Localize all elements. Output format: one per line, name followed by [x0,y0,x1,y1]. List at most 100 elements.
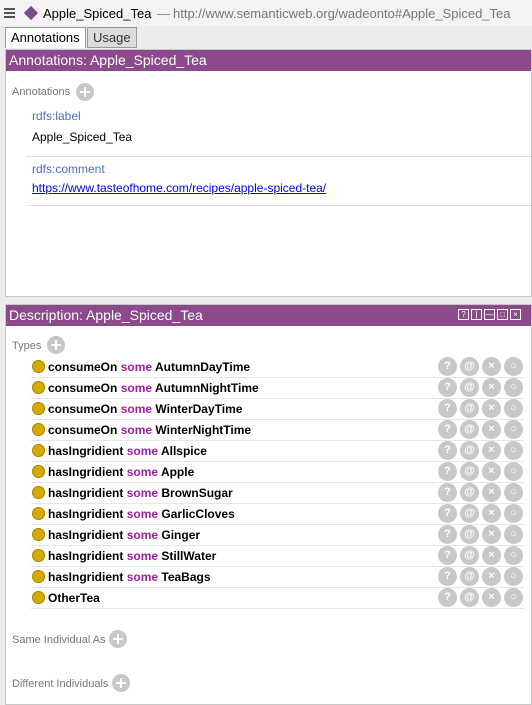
edit-button[interactable]: ○ [504,588,523,607]
delete-button[interactable]: × [482,357,501,376]
add-annotation-button[interactable] [76,83,94,101]
type-row[interactable]: consumeOn some WinterNightTime? @ × ○ [31,420,524,441]
type-filler: AutumnDayTime [154,360,251,374]
explain-button[interactable]: ? [438,462,457,481]
type-property: hasIngridient [48,486,124,500]
type-keyword: some [120,423,153,437]
annotate-button[interactable]: @ [460,420,479,439]
edit-button[interactable]: ○ [504,441,523,460]
annotate-button[interactable]: @ [460,399,479,418]
type-expression: hasIngridient some Allspice [48,444,207,458]
edit-button[interactable]: ○ [504,504,523,523]
annotate-button[interactable]: @ [460,567,479,586]
type-expression: hasIngridient some Apple [48,465,194,479]
type-row[interactable]: consumeOn some WinterDayTime? @ × ○ [31,399,524,420]
add-type-button[interactable] [47,336,65,354]
explain-button[interactable]: ? [438,441,457,460]
annotation-property-label[interactable]: rdfs:label [32,109,81,123]
row-actions: ? @ × ○ [438,546,524,566]
edit-button[interactable]: ○ [504,462,523,481]
explain-button[interactable]: ? [438,504,457,523]
delete-button[interactable]: × [482,504,501,523]
annotation-value-label[interactable]: Apple_Spiced_Tea [32,130,132,144]
annotate-button[interactable]: @ [460,525,479,544]
type-property: consumeOn [48,360,118,374]
close-icon[interactable]: × [510,309,521,320]
annotate-button[interactable]: @ [460,504,479,523]
delete-button[interactable]: × [482,462,501,481]
type-row[interactable]: hasIngridient some Ginger? @ × ○ [31,525,524,546]
explain-button[interactable]: ? [438,483,457,502]
title-separator: — [157,6,170,21]
type-row[interactable]: consumeOn some AutumnDayTime? @ × ○ [31,357,524,378]
type-row[interactable]: hasIngridient some StillWater? @ × ○ [31,546,524,567]
annotate-button[interactable]: @ [460,588,479,607]
delete-button[interactable]: × [482,399,501,418]
edit-button[interactable]: ○ [504,420,523,439]
annotation-property-comment[interactable]: rdfs:comment [32,162,105,176]
annotate-button[interactable]: @ [460,546,479,565]
type-row[interactable]: hasIngridient some Allspice? @ × ○ [31,441,524,462]
explain-button[interactable]: ? [438,399,457,418]
annotations-panel-header: Annotations: Apple_Spiced_Tea [6,50,531,71]
class-expression-icon [32,360,45,373]
delete-button[interactable]: × [482,588,501,607]
delete-button[interactable]: × [482,546,501,565]
tab-usage[interactable]: Usage [87,27,137,48]
maximize-icon[interactable]: □ [497,309,508,320]
annotate-button[interactable]: @ [460,462,479,481]
class-expression-icon [32,591,45,604]
annotate-button[interactable]: @ [460,357,479,376]
type-keyword: some [126,549,159,563]
type-property: hasIngridient [48,528,124,542]
explain-button[interactable]: ? [438,588,457,607]
edit-button[interactable]: ○ [504,567,523,586]
row-actions: ? @ × ○ [438,441,524,461]
type-keyword: some [126,570,159,584]
annotate-button[interactable]: @ [460,441,479,460]
help-icon[interactable]: ? [458,309,469,320]
explain-button[interactable]: ? [438,546,457,565]
row-actions: ? @ × ○ [438,588,524,608]
add-same-individual-button[interactable] [109,630,127,648]
type-expression: consumeOn some AutumnDayTime [48,360,250,374]
class-expression-icon [32,528,45,541]
edit-button[interactable]: ○ [504,399,523,418]
type-row[interactable]: hasIngridient some Apple? @ × ○ [31,462,524,483]
delete-button[interactable]: × [482,567,501,586]
annotation-value-comment[interactable]: https://www.tasteofhome.com/recipes/appl… [32,181,326,195]
delete-button[interactable]: × [482,378,501,397]
type-row[interactable]: hasIngridient some GarlicCloves? @ × ○ [31,504,524,525]
add-different-individual-button[interactable] [112,674,130,692]
annotate-button[interactable]: @ [460,483,479,502]
explain-button[interactable]: ? [438,525,457,544]
type-property: consumeOn [48,381,118,395]
type-row[interactable]: hasIngridient some TeaBags? @ × ○ [31,567,524,588]
explain-button[interactable]: ? [438,567,457,586]
edit-button[interactable]: ○ [504,483,523,502]
explain-button[interactable]: ? [438,420,457,439]
delete-button[interactable]: × [482,420,501,439]
delete-button[interactable]: × [482,483,501,502]
delete-button[interactable]: × [482,525,501,544]
type-row[interactable]: consumeOn some AutumnNightTime? @ × ○ [31,378,524,399]
class-expression-icon [32,507,45,520]
tab-annotations[interactable]: Annotations [5,27,86,48]
type-expression: hasIngridient some BrownSugar [48,486,233,500]
comment-link[interactable]: https://www.tasteofhome.com/recipes/appl… [32,181,326,195]
split-icon[interactable]: | [471,309,482,320]
menu-icon[interactable] [4,8,15,20]
minimize-icon[interactable]: — [484,309,495,320]
edit-button[interactable]: ○ [504,525,523,544]
edit-button[interactable]: ○ [504,378,523,397]
edit-button[interactable]: ○ [504,357,523,376]
type-filler: StillWater [161,549,217,563]
explain-button[interactable]: ? [438,378,457,397]
delete-button[interactable]: × [482,441,501,460]
type-expression: hasIngridient some GarlicCloves [48,507,235,521]
type-row[interactable]: OtherTea? @ × ○ [31,588,524,609]
annotate-button[interactable]: @ [460,378,479,397]
edit-button[interactable]: ○ [504,546,523,565]
type-row[interactable]: hasIngridient some BrownSugar? @ × ○ [31,483,524,504]
explain-button[interactable]: ? [438,357,457,376]
